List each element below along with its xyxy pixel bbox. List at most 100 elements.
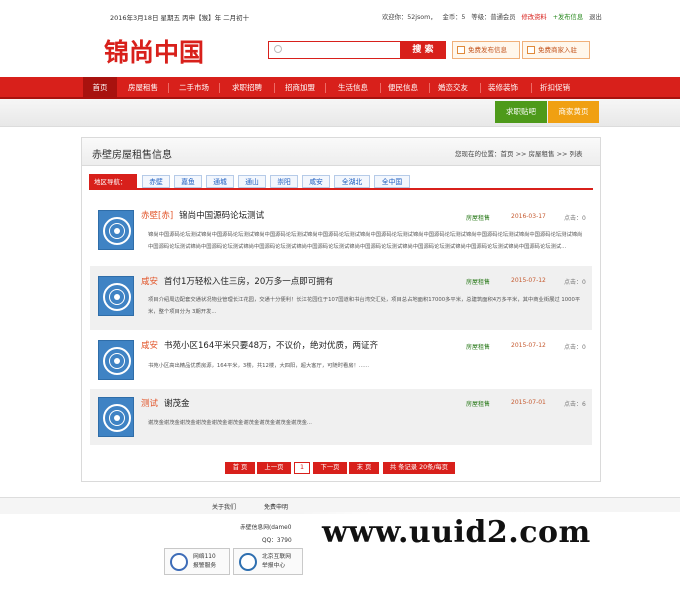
next-page-button[interactable]: 下一页: [313, 462, 347, 474]
post-title[interactable]: 首付1万轻松入住三房，20万多一点即可拥有: [164, 277, 333, 287]
post-category[interactable]: 房屋租售: [466, 277, 490, 286]
nav-item-secondhand[interactable]: 二手市场: [170, 77, 218, 99]
nav-item-home[interactable]: 首页: [83, 77, 117, 99]
post-category[interactable]: 房屋租售: [466, 342, 490, 351]
nav-separator: [219, 83, 220, 93]
coins-text: 金币：5: [442, 14, 466, 21]
footer-qq: QQ：3790: [262, 538, 292, 544]
nav-item-discount[interactable]: 折扣促销: [533, 77, 577, 99]
police-shield-icon: [170, 553, 188, 571]
post-title-link[interactable]: 测试 谢茂金: [141, 397, 190, 409]
post-clicks: 点击：0: [564, 344, 586, 351]
free-join-button[interactable]: 免费商家入驻: [522, 41, 590, 59]
first-page-button[interactable]: 首 页: [225, 462, 255, 474]
post-date: 2015-07-12: [511, 277, 546, 284]
user-info: 欢迎你：52jsom， 金币：5 等级：普通会员 修改资料 +发布信息 退出: [382, 12, 608, 21]
list-item[interactable]: 测试 谢茂金 房屋租售 2015-07-01 点击：6 谢茂金谢茂金谢茂金谢茂金谢…: [90, 389, 592, 445]
footer-link-about[interactable]: 关于我们: [212, 502, 236, 511]
last-page-button[interactable]: 末 页: [349, 462, 379, 474]
report-center-icon: [239, 553, 257, 571]
logout-link[interactable]: 退出: [589, 14, 602, 21]
post-location[interactable]: 咸安: [141, 341, 158, 351]
region-link-jiayu[interactable]: 嘉鱼: [174, 175, 202, 188]
thumbnail-image[interactable]: [98, 276, 134, 316]
region-link-tongshan[interactable]: 通山: [238, 175, 266, 188]
region-link-tongcheng[interactable]: 通城: [206, 175, 234, 188]
post-location[interactable]: 测试: [141, 399, 158, 409]
post-title-link[interactable]: 赤壁[赤] 锦尚中国源码论坛测试: [141, 209, 264, 221]
level-text: 等级：普通会员: [471, 14, 516, 21]
police-badge-text: 网络110 报警服务: [193, 554, 217, 569]
post-clicks: 点击：0: [564, 215, 586, 222]
region-link-hubei[interactable]: 全湖北: [334, 175, 370, 188]
nav-separator: [531, 83, 532, 93]
post-clicks: 点击：0: [564, 279, 586, 286]
merchants-tag[interactable]: 商家黄页: [548, 101, 599, 123]
nav-item-jobs[interactable]: 求职招聘: [221, 77, 273, 99]
search-button[interactable]: 搜 索: [400, 41, 446, 59]
post-location[interactable]: 赤壁[赤]: [141, 211, 173, 221]
post-category[interactable]: 房屋租售: [466, 399, 490, 408]
post-description: 项目介绍周边配套交通状况物业管理长江花园，交通十分便利！长江花园位于107国道和…: [148, 297, 581, 315]
post-category[interactable]: 房屋租售: [466, 213, 490, 222]
thumbnail-image[interactable]: [98, 210, 134, 250]
jobs-forum-tag[interactable]: 求职贴吧: [495, 101, 547, 123]
search-icon: [274, 45, 282, 53]
post-date: 2015-07-12: [511, 342, 546, 349]
post-title-link[interactable]: 咸安 书苑小区164平米只要48万，不议价，绝对优质，两证齐: [141, 339, 378, 351]
post-clicks: 点击：6: [564, 401, 586, 408]
top-bar: 2016年3月18日 星期五 丙申【猴】年 二月初十 欢迎你：52jsom， 金币…: [0, 0, 680, 32]
prev-page-button[interactable]: 上一页: [257, 462, 291, 474]
list-item[interactable]: 赤壁[赤] 锦尚中国源码论坛测试 房屋租售 2016-03-17 点击：0 锦尚中…: [90, 200, 592, 260]
site-logo[interactable]: 锦尚中国: [104, 33, 204, 69]
nav-item-dating[interactable]: 婚恋交友: [431, 77, 475, 99]
region-link-china[interactable]: 全中国: [374, 175, 410, 188]
nav-item-decoration[interactable]: 装修装饰: [482, 77, 524, 99]
region-label: 地区导航：: [89, 174, 137, 190]
police-badge[interactable]: 网络110 报警服务: [164, 548, 230, 575]
footer-link-disclaimer[interactable]: 免费申明: [264, 502, 288, 511]
nav-separator: [168, 83, 169, 93]
post-description: 书苑小区高出精品优质房源，164平米，3楼，共12楼，大四阳，超大客厅，可随时看…: [148, 363, 370, 369]
free-post-label: 免费发布信息: [468, 46, 507, 54]
list-item[interactable]: 咸安 首付1万轻松入住三房，20万多一点即可拥有 房屋租售 2015-07-12 …: [90, 266, 592, 330]
region-link-chibi[interactable]: 赤壁: [142, 175, 170, 188]
thumbnail-image[interactable]: [98, 397, 134, 437]
main-nav: 首页 房屋租售 二手市场 求职招聘 招商加盟 生活信息 便民信息 婚恋交友 装修…: [0, 77, 680, 99]
page-title: 赤壁房屋租售信息: [92, 150, 172, 161]
nav-separator: [274, 83, 275, 93]
nav-item-convenience[interactable]: 便民信息: [382, 77, 424, 99]
region-link-chongyang[interactable]: 崇阳: [270, 175, 298, 188]
welcome-text: 欢迎你：52jsom，: [382, 14, 437, 21]
edit-profile-link[interactable]: 修改资料: [522, 14, 547, 21]
post-title-link[interactable]: 咸安 首付1万轻松入住三房，20万多一点即可拥有: [141, 275, 333, 287]
post-location[interactable]: 咸安: [141, 277, 158, 287]
nav-item-housing[interactable]: 房屋租售: [119, 77, 167, 99]
publish-link[interactable]: +发布信息: [553, 14, 583, 21]
nav-item-life[interactable]: 生活信息: [327, 77, 379, 99]
current-page[interactable]: 1: [294, 462, 310, 474]
report-badge[interactable]: 北京互联网 举报中心: [233, 548, 303, 575]
thumbnail-image[interactable]: [98, 340, 134, 380]
nav-separator: [429, 83, 430, 93]
list-item[interactable]: 咸安 书苑小区164平米只要48万，不议价，绝对优质，两证齐 房屋租售 2015-…: [90, 334, 592, 386]
record-count: 共 条记录 20条/每页: [383, 462, 455, 474]
post-description: 谢茂金谢茂金谢茂金谢茂金谢茂金谢茂金谢茂金谢茂金谢茂金谢茂金...: [148, 420, 312, 426]
footer-company: 赤壁信息网(dame0: [240, 525, 292, 531]
region-link-xianan[interactable]: 咸安: [302, 175, 330, 188]
nav-separator: [325, 83, 326, 93]
free-post-button[interactable]: 免费发布信息: [452, 41, 520, 59]
post-title[interactable]: 锦尚中国源码论坛测试: [179, 211, 264, 221]
post-date: 2015-07-01: [511, 399, 546, 406]
nav-item-franchise[interactable]: 招商加盟: [276, 77, 324, 99]
edit-icon: [457, 46, 465, 54]
post-title[interactable]: 书苑小区164平米只要48万，不议价，绝对优质，两证齐: [164, 341, 378, 351]
post-date: 2016-03-17: [511, 213, 546, 220]
free-join-label: 免费商家入驻: [538, 46, 577, 54]
post-title[interactable]: 谢茂金: [164, 399, 190, 409]
date-text: 2016年3月18日 星期五 丙申【猴】年 二月初十: [110, 14, 250, 22]
watermark: www.uuid2.com: [322, 515, 591, 550]
post-description: 锦尚中国源码论坛测试锦尚中国源码论坛测试锦尚中国源码论坛测试锦尚中国源码论坛测试…: [148, 232, 583, 250]
breadcrumb: 您现在的位置：首页 >> 房屋租售 >> 列表: [455, 150, 583, 158]
nav-separator: [380, 83, 381, 93]
